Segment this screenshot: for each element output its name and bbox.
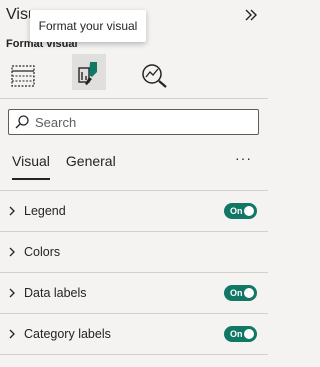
toggle-label: On: [230, 329, 243, 339]
format-brush-icon: [78, 62, 97, 85]
more-options-button[interactable]: ···: [235, 150, 252, 166]
toggle-label: On: [230, 206, 243, 216]
tab-analytics[interactable]: [138, 58, 172, 94]
search-icon: [9, 114, 35, 130]
tab-general[interactable]: General: [66, 153, 116, 177]
section-legend[interactable]: Legend On: [0, 191, 268, 231]
subtab-bar: Visual General: [12, 153, 116, 180]
search-field[interactable]: [8, 109, 259, 135]
section-label: Legend: [24, 204, 66, 218]
chevron-right-icon: [8, 205, 22, 217]
category-labels-toggle[interactable]: On: [224, 326, 257, 342]
toggle-label: On: [230, 288, 243, 298]
tab-build-visual[interactable]: [6, 58, 40, 94]
legend-toggle[interactable]: On: [224, 203, 257, 219]
section-colors[interactable]: Colors: [0, 232, 268, 272]
section-data-labels[interactable]: Data labels On: [0, 273, 268, 313]
section-label: Colors: [24, 245, 61, 259]
chevron-right-icon: [8, 287, 22, 299]
section-label: Data labels: [24, 286, 87, 300]
tab-visual[interactable]: Visual: [12, 153, 50, 180]
toggle-knob: [244, 288, 254, 298]
section-category-labels[interactable]: Category labels On: [0, 314, 268, 354]
toggle-knob: [244, 206, 254, 216]
double-chevron-right-icon: [245, 9, 257, 21]
analytics-magnifier-icon: [142, 64, 167, 88]
chevron-right-icon: [8, 246, 22, 258]
tooltip: Format your visual: [30, 10, 146, 42]
pane-tab-icons: [0, 52, 268, 92]
divider: [0, 98, 268, 99]
table-icon: [11, 65, 35, 87]
divider: [0, 354, 268, 355]
tab-format-visual[interactable]: [72, 54, 106, 90]
section-label: Category labels: [24, 327, 111, 341]
data-labels-toggle[interactable]: On: [224, 285, 257, 301]
chevron-right-icon: [8, 328, 22, 340]
search-input[interactable]: [35, 114, 245, 130]
toggle-knob: [244, 329, 254, 339]
collapse-pane-button[interactable]: [242, 6, 260, 24]
